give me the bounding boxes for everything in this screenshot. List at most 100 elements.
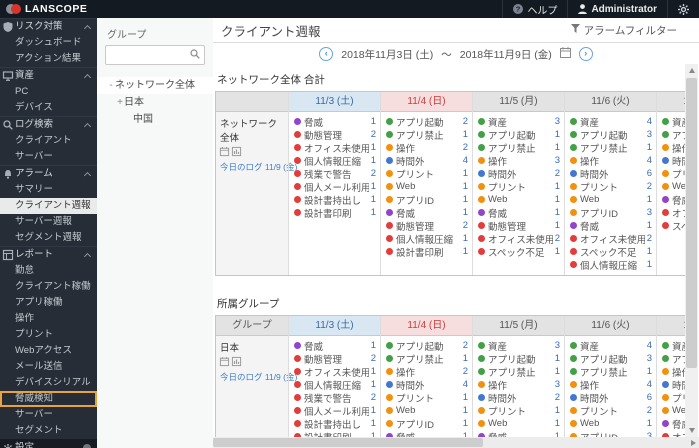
day-column-header[interactable]: 11/4 (日)	[381, 316, 472, 336]
alarm-item[interactable]: 時間外 4	[381, 378, 472, 392]
alarm-item[interactable]: アプリ禁止 1	[473, 141, 564, 155]
alarm-item[interactable]: 個人情報圧縮 1	[289, 154, 380, 168]
day-column-header[interactable]: 11/4 (日)	[381, 92, 472, 112]
alarm-item[interactable]: 脅威1	[289, 115, 380, 129]
collapse-badge-icon[interactable]	[83, 444, 91, 448]
sidebar-item-jp[interactable]: デバイス	[0, 100, 97, 116]
vertical-scrollbar-thumb[interactable]	[686, 78, 697, 368]
sidebar-item-jp[interactable]: セグメント週報	[0, 230, 97, 246]
alarm-item[interactable]: プリント 2	[565, 180, 656, 194]
alarm-item[interactable]: 資産 3	[473, 339, 564, 353]
alarm-item[interactable]: 資産	[657, 339, 686, 353]
alarm-item[interactable]: アプリID 3	[565, 206, 656, 220]
day-column-header[interactable]: 11/3 (土)	[289, 316, 380, 336]
day-column-header[interactable]: 11/6 (火)	[565, 92, 656, 112]
alarm-item[interactable]: アプリ起動 2	[381, 339, 472, 353]
alarm-item[interactable]: 時間外 4	[381, 154, 472, 168]
alarm-item[interactable]: 脅威1	[381, 430, 472, 437]
next-week-button[interactable]: ›	[578, 47, 593, 61]
alarm-item[interactable]: アプリ禁止 1	[381, 352, 472, 366]
alarm-item[interactable]: 動態管理 1	[473, 219, 564, 233]
sidebar-item-web[interactable]: Webアクセス	[0, 343, 97, 359]
alarm-item[interactable]: 脅威1	[289, 339, 380, 353]
calendar-icon[interactable]	[219, 147, 230, 158]
day-column-header[interactable]: 11/3 (土)	[289, 92, 380, 112]
sidebar-item-settings[interactable]: 設定	[0, 439, 97, 448]
help-button[interactable]: ? ヘルプ	[502, 0, 567, 18]
alarm-item[interactable]: プリント 1	[473, 404, 564, 418]
alarm-item[interactable]: 操作 4	[565, 154, 656, 168]
alarm-item[interactable]: Web 1	[565, 193, 656, 206]
alarm-item[interactable]: オフィス未使用 2	[473, 232, 564, 246]
alarm-item[interactable]: 時間外	[657, 154, 686, 168]
sidebar-item-pc[interactable]: PC	[0, 84, 97, 100]
alarm-item[interactable]: 資産 4	[565, 115, 656, 129]
alarm-item[interactable]: 設計書印刷1	[289, 430, 380, 437]
day-column-header[interactable]: 11/7 (水)	[657, 316, 686, 336]
alarm-item[interactable]: オフィス未使用 1	[289, 365, 380, 379]
alarm-item[interactable]: 時間外 2	[473, 167, 564, 181]
alarm-item[interactable]: 脅威1	[473, 206, 564, 220]
tree-node[interactable]: +日本	[97, 94, 213, 111]
alarm-item[interactable]: 操作 2	[381, 141, 472, 155]
alarm-item[interactable]: プリント 1	[381, 167, 472, 181]
alarm-item[interactable]: 残業で警告 2	[289, 167, 380, 181]
sidebar-item-jp[interactable]: クライアント	[0, 133, 97, 149]
sidebar-section-jp[interactable]: リスク対策	[0, 18, 97, 35]
alarm-item[interactable]: 時間外 2	[473, 391, 564, 405]
alarm-item[interactable]: プリント 1	[473, 180, 564, 194]
alarm-item[interactable]: 動態管理 2	[381, 219, 472, 233]
tree-node[interactable]: 中国	[97, 111, 213, 128]
vertical-scrollbar[interactable]	[685, 64, 698, 437]
day-column-header[interactable]: 11/5 (月)	[473, 92, 564, 112]
alarm-item[interactable]: 時間外	[657, 378, 686, 392]
alarm-item[interactable]: Web 1	[473, 193, 564, 206]
sidebar-item-jp[interactable]: プリント	[0, 327, 97, 343]
sidebar-item-jp[interactable]: セグメント	[0, 423, 97, 439]
alarm-item[interactable]: アプリ禁止	[657, 128, 686, 142]
alarm-item[interactable]: スペック不足 1	[565, 245, 656, 259]
sidebar-section-jp[interactable]: ログ検索	[0, 116, 97, 133]
sidebar-section-jp[interactable]: アラーム	[0, 165, 97, 182]
alarm-item[interactable]: 個人情報圧縮 1	[381, 232, 472, 246]
scroll-down-icon[interactable]	[685, 424, 698, 437]
sidebar-item-jp[interactable]: サーバー週報	[0, 214, 97, 230]
alarm-item[interactable]: アプリ禁止 1	[565, 141, 656, 155]
alarm-item[interactable]: 操作	[657, 141, 686, 155]
alarm-item[interactable]: プリント	[657, 167, 686, 181]
alarm-item[interactable]: アプリ禁止 1	[565, 365, 656, 379]
sidebar-item-jp[interactable]: クライアント週報	[0, 198, 97, 214]
alarm-item[interactable]: 脅威1	[473, 430, 564, 437]
tree-expand-icon[interactable]: -	[107, 77, 115, 94]
scroll-up-icon[interactable]	[685, 64, 698, 77]
sidebar-item-jp[interactable]: メール送信	[0, 359, 97, 375]
scroll-right-icon[interactable]	[687, 437, 699, 448]
alarm-item[interactable]: アプリ起動 3	[565, 352, 656, 366]
sidebar-section-jp[interactable]: レポート	[0, 246, 97, 263]
alarm-item[interactable]: 設計書印刷1	[289, 206, 380, 220]
alarm-item[interactable]: プリント 1	[381, 391, 472, 405]
alarm-item[interactable]: アプリ禁止 1	[473, 365, 564, 379]
alarm-item[interactable]: アプリ禁止	[657, 352, 686, 366]
day-column-header[interactable]: 11/7 (水)	[657, 92, 686, 112]
group-search-box[interactable]	[105, 45, 205, 65]
user-menu[interactable]: Administrator	[567, 0, 667, 18]
alarm-item[interactable]: アプリID 1	[381, 193, 472, 207]
group-search-input[interactable]	[106, 49, 190, 61]
alarm-item[interactable]: 個人メール利用 1	[289, 404, 380, 418]
day-column-header[interactable]: 11/6 (火)	[565, 316, 656, 336]
alarm-item[interactable]: 資産 4	[565, 339, 656, 353]
chart-icon[interactable]	[231, 146, 242, 158]
alarm-item[interactable]: 個人情報圧縮 1	[289, 378, 380, 392]
alarm-item[interactable]: 操作 3	[473, 378, 564, 392]
alarm-item[interactable]: Web	[657, 180, 686, 193]
alarm-item[interactable]: 動態管理 2	[289, 352, 380, 366]
today-log-link[interactable]: 今日のログ 11/9 (金)	[220, 371, 297, 383]
tree-expand-icon[interactable]: +	[116, 94, 124, 111]
alarm-item[interactable]: 残業で警告 2	[289, 391, 380, 405]
alarm-item[interactable]: スペック不足 1	[473, 245, 564, 259]
alarm-item[interactable]: 動態管理 2	[289, 128, 380, 142]
alarm-filter-button[interactable]: アラームフィルター	[570, 23, 699, 38]
alarm-item[interactable]: オフィス未使用 2	[565, 232, 656, 246]
alarm-item[interactable]: 個人メール利用 1	[289, 180, 380, 194]
